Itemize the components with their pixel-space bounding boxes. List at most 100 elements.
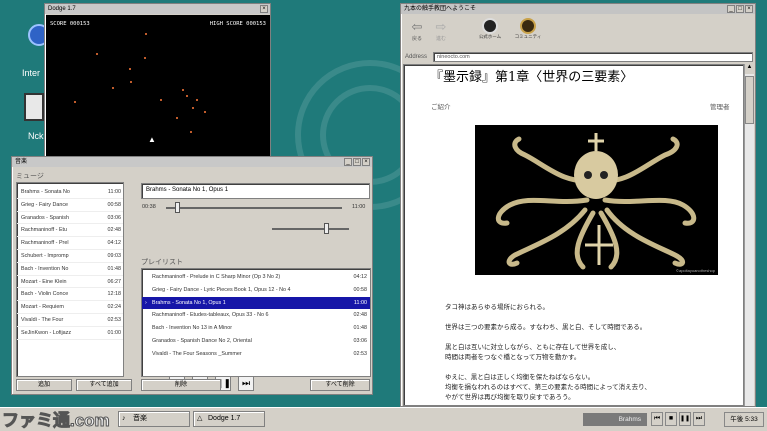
taskbar-item-dodge[interactable]: △ Dodge 1.7 bbox=[193, 411, 265, 427]
track-time: 02:48 bbox=[107, 227, 122, 234]
bullet-dot bbox=[160, 99, 162, 101]
bullet-dot bbox=[112, 87, 114, 89]
playlist-row[interactable]: › Brahms - Sonata No 1, Opus 1 11:00 bbox=[142, 296, 370, 310]
add-button[interactable]: 追加 bbox=[16, 379, 72, 391]
minimize-icon[interactable]: _ bbox=[344, 158, 352, 166]
seek-handle[interactable] bbox=[174, 202, 180, 213]
music-icon: ♪ bbox=[122, 415, 126, 422]
track-title: Schubert - Impromp bbox=[21, 252, 69, 259]
bullet-dot bbox=[145, 33, 147, 35]
playlist-row[interactable]: Grieg - Fairy Dance - Lyric Pieces Book … bbox=[142, 284, 370, 297]
library-row[interactable]: Schubert - Impromp 09:03 bbox=[17, 250, 123, 263]
bullet-dot bbox=[129, 68, 131, 70]
delete-button[interactable]: 削除 bbox=[141, 379, 221, 391]
track-title: Rachmaninoff - Prel bbox=[21, 240, 69, 247]
next-icon: ⏭ bbox=[241, 378, 251, 388]
bullet-dot bbox=[130, 81, 132, 83]
library-row[interactable]: Vivaldi - The Four 02:53 bbox=[17, 314, 123, 327]
bullet-dot bbox=[196, 99, 198, 101]
forward-button[interactable]: ⇨ 進む bbox=[431, 19, 451, 42]
playlist-row[interactable]: Granados - Spanish Dance No 2, Oriental 0… bbox=[142, 335, 370, 348]
library-row[interactable]: Rachmaninoff - Etu 02:48 bbox=[17, 224, 123, 238]
score-label: SCORE 000153 bbox=[50, 21, 90, 27]
scroll-thumb[interactable] bbox=[745, 76, 754, 124]
address-input[interactable]: nineocto.com bbox=[433, 51, 753, 62]
bullet-dot bbox=[186, 95, 188, 97]
library-header: ミュージ bbox=[16, 173, 44, 180]
track-title: Brahms - Sonata No bbox=[21, 189, 70, 195]
close-icon[interactable]: × bbox=[260, 5, 268, 13]
previous-icon[interactable]: ⏮ bbox=[651, 412, 663, 426]
playlist[interactable]: Rachmaninoff - Prelude in C Sharp Minor … bbox=[141, 268, 371, 377]
scrollbar[interactable]: ▲ bbox=[744, 64, 754, 406]
playlist-row[interactable]: Bach - Invention No 13 in A Minor 01:48 bbox=[142, 322, 370, 335]
pause-icon[interactable]: ❚❚ bbox=[679, 412, 691, 426]
article-line: 黒と白は互いに対立しながら、ともに存在して世界を成し、 bbox=[445, 344, 621, 351]
article-paragraph: タコ神はあらゆる場所におられる。 bbox=[445, 303, 735, 313]
volume-handle[interactable] bbox=[323, 223, 329, 234]
seek-bar[interactable] bbox=[166, 207, 342, 209]
playlist-row[interactable]: Vivaldi - The Four Seasons _Summer 02:53 bbox=[142, 348, 370, 361]
track-title: Vivaldi - The Four bbox=[21, 316, 64, 323]
track-time: 03:06 bbox=[107, 214, 122, 221]
next-icon[interactable]: ⏭ bbox=[693, 412, 705, 426]
browser-title: 九本の触手教団へようこそ bbox=[404, 6, 477, 12]
article-line: 均衡を損なわれるのはすべて、第三の要素たる時間によって消え去り、 bbox=[445, 384, 651, 391]
library-row[interactable]: Grieg - Fairy Dance 00:58 bbox=[17, 199, 123, 212]
back-arrow-icon: ⇦ bbox=[411, 19, 423, 34]
track-title: Mozart - Requiem bbox=[21, 304, 64, 311]
playlist-row[interactable]: Rachmaninoff - Prelude in C Sharp Minor … bbox=[142, 271, 370, 284]
browser-titlebar[interactable]: 九本の触手教団へようこそ _ □ × bbox=[401, 4, 755, 14]
taskbar-item-music[interactable]: ♪ 音楽 bbox=[118, 411, 190, 427]
browser-window: 九本の触手教団へようこそ _ □ × ⇦ 戻る ⇨ 進む 公式ホーム コミュニテ… bbox=[400, 3, 756, 407]
add-all-button[interactable]: すべて追加 bbox=[76, 379, 132, 391]
track-title: SeJinKwon - Lofijazz bbox=[21, 329, 72, 336]
maximize-icon[interactable]: □ bbox=[736, 5, 744, 13]
library-row[interactable]: Bach - Invention No 01:48 bbox=[17, 263, 123, 276]
track-title: Grieg - Fairy Dance bbox=[21, 201, 69, 208]
article-line: 世界は三つの要素から成る。すなわち、黒と白、そして時間である。 bbox=[445, 324, 647, 331]
library-row[interactable]: Bach - Violin Conce 12:18 bbox=[17, 288, 123, 302]
close-icon[interactable]: × bbox=[745, 5, 753, 13]
minimize-icon[interactable]: _ bbox=[727, 5, 735, 13]
article-body: タコ神はあらゆる場所におられる。 世界は三つの要素から成る。すなわち、黒と白、そし… bbox=[445, 303, 735, 405]
library-row[interactable]: Rachmaninoff - Prel 04:12 bbox=[17, 237, 123, 250]
track-time: 00:58 bbox=[107, 201, 122, 208]
delete-all-button[interactable]: すべて削除 bbox=[310, 379, 370, 391]
scroll-up-icon[interactable]: ▲ bbox=[745, 64, 754, 74]
track-title: Grieg - Fairy Dance - Lyric Pieces Book … bbox=[152, 286, 291, 293]
dodge-game-field[interactable]: SCORE 000153 HIGH SCORE 000153 ▲ bbox=[46, 15, 270, 179]
volume-slider[interactable] bbox=[272, 228, 349, 230]
track-time: 09:03 bbox=[107, 252, 122, 259]
page-content[interactable]: 『墨示録』第1章〈世界の三要素〉 ご紹介 管理者 ©apoltayoanothe… bbox=[403, 64, 744, 406]
image-credit: ©apoltayoanotheshop bbox=[676, 268, 715, 273]
community-emblem-icon bbox=[520, 18, 536, 34]
maximize-icon[interactable]: □ bbox=[353, 158, 361, 166]
library-row[interactable]: Mozart - Requiem 02:24 bbox=[17, 301, 123, 314]
library-row[interactable]: Brahms - Sonata No 11:00 bbox=[17, 186, 123, 199]
track-time: 11:00 bbox=[107, 189, 121, 195]
octopus-emblem-icon bbox=[482, 18, 498, 34]
home-button[interactable]: 公式ホーム bbox=[475, 18, 505, 40]
next-button[interactable]: ⏭ bbox=[238, 375, 254, 391]
library-row[interactable]: SeJinKwon - Lofijazz 01:00 bbox=[17, 327, 123, 340]
track-time: 04:12 bbox=[353, 274, 368, 280]
community-button[interactable]: コミュニティ bbox=[511, 18, 545, 40]
stop-icon[interactable]: ■ bbox=[665, 412, 677, 426]
library-row[interactable]: Granados - Spanish 03:06 bbox=[17, 212, 123, 225]
close-icon[interactable]: × bbox=[362, 158, 370, 166]
track-time: 02:48 bbox=[353, 312, 368, 319]
article-paragraph: ゆえに、黒と白は正しく均衡を保たねばならない。 均衡を損なわれるのはすべて、第三の… bbox=[445, 373, 735, 403]
playlist-row[interactable]: Rachmaninoff - Etudes-tableaux, Opus 33 … bbox=[142, 309, 370, 322]
track-title: Vivaldi - The Four Seasons _Summer bbox=[152, 350, 242, 357]
library-row[interactable]: Mozart - Eine Klein 06:27 bbox=[17, 276, 123, 289]
dodge-titlebar[interactable]: Dodge 1.7 × bbox=[45, 4, 270, 14]
now-playing-display: Brahms - Sonata No 1, Opus 1 bbox=[141, 183, 370, 199]
track-title: Rachmaninoff - Etudes-tableaux, Opus 33 … bbox=[152, 312, 269, 319]
back-button[interactable]: ⇦ 戻る bbox=[407, 19, 427, 42]
bullet-dot bbox=[204, 111, 206, 113]
library-list[interactable]: Brahms - Sonata No 11:00 Grieg - Fairy Dan… bbox=[16, 182, 124, 377]
track-title: Mozart - Eine Klein bbox=[21, 278, 67, 285]
music-titlebar[interactable]: 音楽 _ □ × bbox=[12, 157, 372, 167]
track-title: Brahms - Sonata No 1, Opus 1 bbox=[152, 299, 226, 306]
